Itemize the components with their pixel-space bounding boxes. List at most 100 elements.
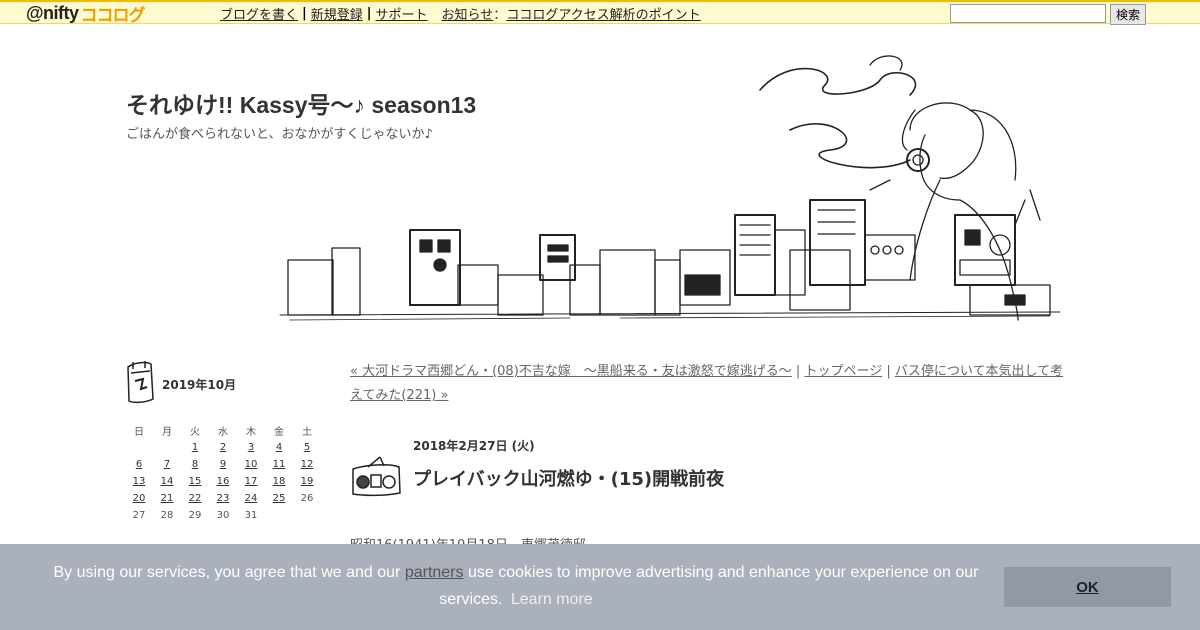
calendar-weekday: 木 — [246, 427, 256, 438]
calendar-table: 日月火水木金土 1 2 3 4 5 6 7 8 9 10 11 12 13 14 15 16 17 18 19 20 2… — [125, 422, 321, 524]
calendar-weekday: 日 — [134, 427, 144, 438]
calendar-day: 30 — [216, 510, 230, 521]
calendar-day: 5 — [293, 439, 321, 456]
calendar-day: 10 — [237, 456, 265, 473]
calendar-day-link[interactable]: 5 — [304, 442, 310, 453]
calendar-week-row: 6 7 8 9 10 11 12 — [125, 456, 321, 473]
calendar-weekday: 金 — [274, 427, 284, 438]
calendar-day-link[interactable]: 11 — [273, 459, 286, 470]
calendar-doodle-icon — [127, 361, 154, 404]
calendar-week-row: 1 2 3 4 5 — [125, 439, 321, 456]
calendar-week-row: 20 21 22 23 24 25 26 — [125, 490, 321, 507]
calendar-day: 28 — [160, 510, 174, 521]
calendar-day: 12 — [293, 456, 321, 473]
top-page-link[interactable]: トップページ — [804, 364, 882, 379]
calendar-day: 14 — [153, 473, 181, 490]
calendar-day-link[interactable]: 14 — [161, 476, 174, 487]
calendar-day-link[interactable]: 25 — [273, 493, 286, 504]
search-button[interactable]: 検索 — [1110, 4, 1147, 25]
calendar-day: 15 — [181, 473, 209, 490]
calendar-day-link[interactable]: 19 — [301, 476, 314, 487]
calendar-day-link[interactable]: 8 — [192, 459, 198, 470]
calendar-day: 21 — [153, 490, 181, 507]
calendar-day: 1 — [181, 439, 209, 456]
calendar-day-link[interactable]: 20 — [133, 493, 146, 504]
calendar-day: 25 — [265, 490, 293, 507]
calendar-weekday-row: 日月火水木金土 — [125, 422, 321, 439]
calendar-day: 19 — [293, 473, 321, 490]
calendar-day: 13 — [125, 473, 153, 490]
nifty-top-bar: @nifty ココログ ブログを書く | 新規登録 | サポート お知らせ ： … — [0, 0, 1200, 25]
calendar-day-link[interactable]: 12 — [301, 459, 314, 470]
cookie-message: By using our services, you agree that we… — [40, 559, 992, 613]
cookie-consent-banner: By using our services, you agree that we… — [0, 544, 1200, 630]
calendar-day-link[interactable]: 7 — [164, 459, 170, 470]
calendar-day-link[interactable]: 6 — [136, 459, 142, 470]
logo-cocolog-text: ココログ — [80, 5, 146, 25]
nav-separator: | — [366, 6, 372, 21]
cookie-ok-button[interactable]: OK — [1004, 567, 1171, 607]
calendar-day-link[interactable]: 22 — [189, 493, 202, 504]
cookie-learn-more-link[interactable]: Learn more — [511, 591, 593, 608]
radio-doodle-icon — [352, 456, 401, 497]
calendar-body: 1 2 3 4 5 6 7 8 9 10 11 12 13 14 15 16 17 18 19 20 21 22 23 24 2… — [125, 439, 321, 524]
notice-link[interactable]: ココログアクセス解析のポイント — [506, 4, 700, 23]
top-nav: ブログを書く | 新規登録 | サポート お知らせ ： ココログアクセス解析のポ… — [220, 4, 701, 23]
calendar-day: 18 — [265, 473, 293, 490]
calendar-day-link[interactable]: 21 — [161, 493, 174, 504]
notice-colon: ： — [493, 8, 507, 23]
nav-separator: | — [795, 364, 801, 379]
calendar-weekday: 月 — [162, 427, 172, 438]
calendar-day — [293, 507, 321, 524]
calendar-day-link[interactable]: 10 — [245, 459, 258, 470]
calendar-day-link[interactable]: 24 — [245, 493, 258, 504]
search-input[interactable] — [950, 4, 1106, 23]
calendar-day: 31 — [244, 510, 258, 521]
nav-support[interactable]: サポート — [376, 4, 428, 23]
calendar-day: 2 — [209, 439, 237, 456]
calendar-day-link[interactable]: 17 — [245, 476, 258, 487]
calendar-day-link[interactable]: 2 — [220, 442, 226, 453]
header-illustration — [279, 55, 1061, 321]
calendar-day-link[interactable]: 18 — [273, 476, 286, 487]
calendar-day: 6 — [125, 456, 153, 473]
calendar-weekday: 水 — [218, 427, 228, 438]
calendar-day — [265, 507, 293, 524]
calendar-day-link[interactable]: 4 — [276, 442, 282, 453]
entry-navigation: « 大河ドラマ西郷どん・(08)不吉な嫁 〜黒船来る・友は激怒で嫁逃げる〜 | … — [350, 360, 1075, 408]
calendar-day: 3 — [237, 439, 265, 456]
calendar-day: 17 — [237, 473, 265, 490]
calendar-day: 23 — [209, 490, 237, 507]
calendar-day: 27 — [132, 510, 146, 521]
entry-title[interactable]: プレイバック山河燃ゆ・(15)開戦前夜 — [413, 465, 724, 491]
calendar-day-link[interactable]: 23 — [217, 493, 230, 504]
calendar-day: 24 — [237, 490, 265, 507]
calendar-day: 20 — [125, 490, 153, 507]
entry-date: 2018年2月27日 (火) — [413, 439, 535, 453]
calendar-title: 2019年10月 — [162, 378, 237, 392]
calendar-day: 9 — [209, 456, 237, 473]
nav-separator: | — [886, 364, 891, 379]
calendar-weekday: 火 — [190, 427, 200, 438]
calendar-weekday: 土 — [302, 427, 312, 438]
calendar-day: 4 — [265, 439, 293, 456]
cookie-partners-link[interactable]: partners — [405, 564, 464, 581]
calendar-day-link[interactable]: 15 — [189, 476, 202, 487]
calendar-day-link[interactable]: 9 — [220, 459, 226, 470]
prev-entry-link[interactable]: « 大河ドラマ西郷どん・(08)不吉な嫁 〜黒船来る・友は激怒で嫁逃げる〜 — [350, 364, 792, 379]
nav-write-blog[interactable]: ブログを書く — [220, 4, 298, 23]
calendar-day: 29 — [188, 510, 202, 521]
calendar-day-link[interactable]: 1 — [192, 442, 198, 453]
nav-register[interactable]: 新規登録 — [311, 4, 363, 23]
calendar-day — [153, 439, 181, 456]
calendar-day: 22 — [181, 490, 209, 507]
calendar-day: 8 — [181, 456, 209, 473]
logo-nifty-text: @nifty — [26, 2, 79, 23]
calendar-day-link[interactable]: 13 — [133, 476, 146, 487]
nifty-cocolog-logo[interactable]: @nifty ココログ — [26, 2, 146, 25]
calendar-day-link[interactable]: 3 — [248, 442, 254, 453]
calendar-day — [125, 439, 153, 456]
nav-notice[interactable]: お知らせ — [442, 4, 494, 23]
calendar-day-link[interactable]: 16 — [217, 476, 230, 487]
calendar-day: 11 — [265, 456, 293, 473]
